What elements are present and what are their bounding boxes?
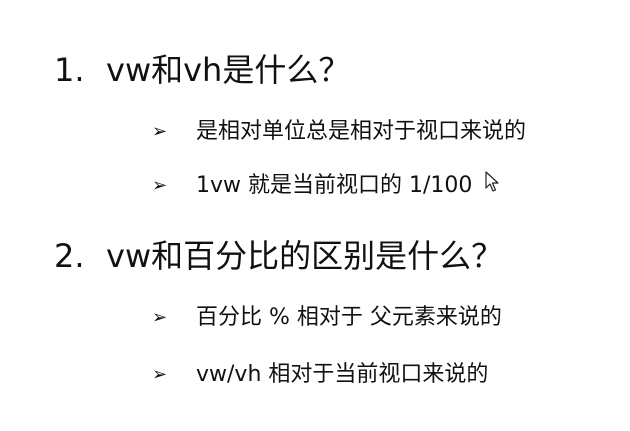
bullet-arrow-icon: ➢ [152,121,168,142]
bullet-arrow-icon: ➢ [152,364,168,385]
mouse-pointer-icon [485,171,499,192]
bullet-arrow-icon: ➢ [152,175,168,196]
bullet-text: vw/vh 相对于当前视口来说的 [196,362,489,387]
section-1-heading: 1. vw和vh是什么？ [54,50,350,90]
bullet-arrow-icon: ➢ [152,307,168,328]
bullet-text: 百分比 % 相对于 父元素来说的 [196,305,502,330]
section-1-bullet-2: ➢ 1vw 就是当前视口的 1/100 [152,171,472,201]
section-1-number: 1. [54,51,85,89]
section-2-bullet-2: ➢ vw/vh 相对于当前视口来说的 [152,360,488,390]
slide: 1. vw和vh是什么？ ➢ 是相对单位总是相对于视口来说的 ➢ 1vw 就是当… [0,0,630,431]
section-1-title: vw和vh是什么？ [106,51,351,89]
section-2-title: vw和百分比的区别是什么？ [106,237,504,275]
section-2-number: 2. [54,237,85,275]
section-2-bullet-1: ➢ 百分比 % 相对于 父元素来说的 [152,303,502,333]
section-2-heading: 2. vw和百分比的区别是什么？ [54,236,503,276]
bullet-text: 是相对单位总是相对于视口来说的 [196,119,527,144]
bullet-text: 1vw 就是当前视口的 1/100 [196,173,473,198]
section-1-bullet-1: ➢ 是相对单位总是相对于视口来说的 [152,117,526,147]
